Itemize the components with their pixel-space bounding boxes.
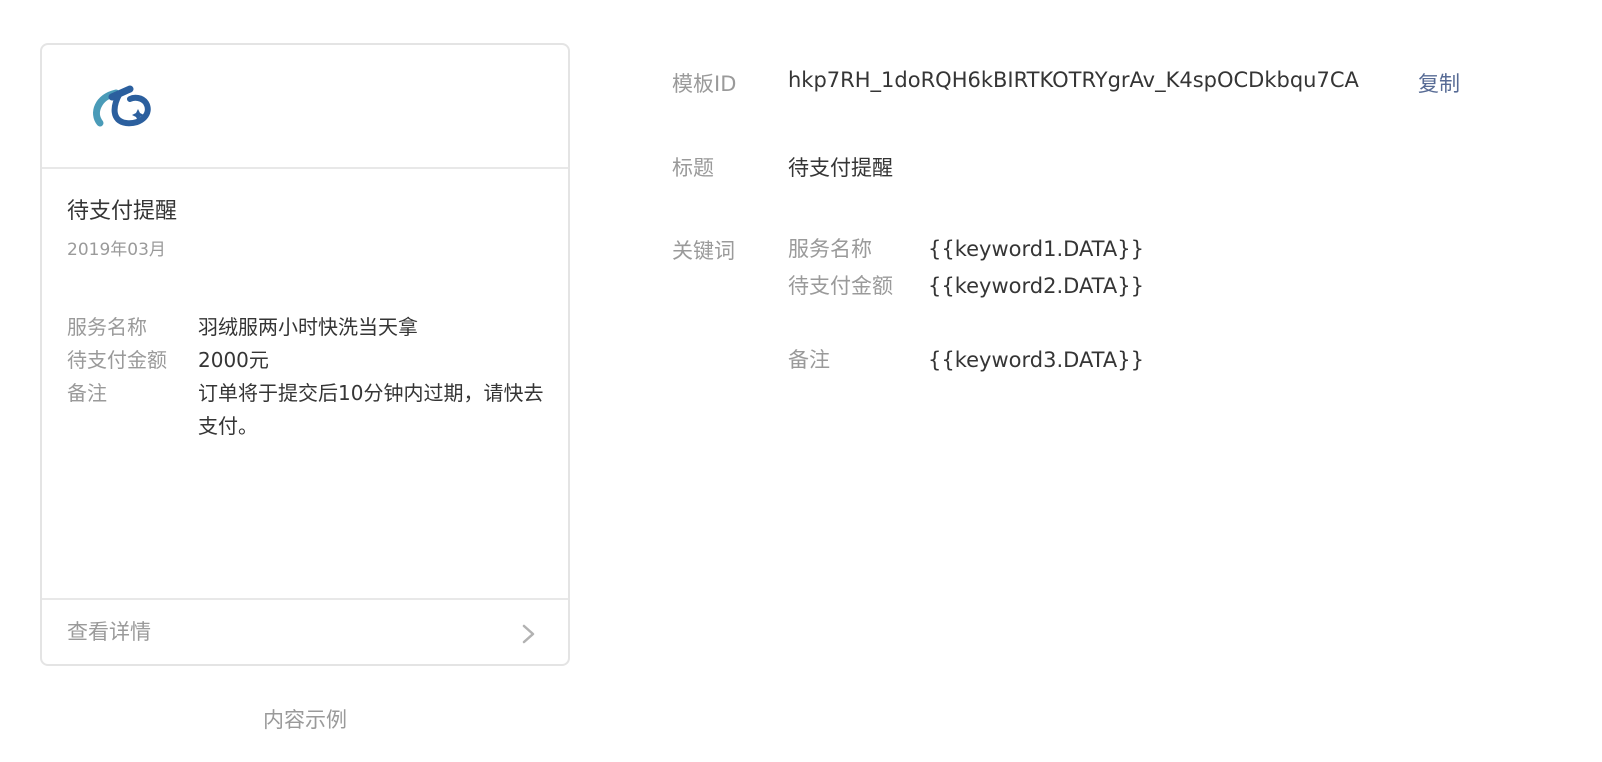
template-preview-card: 待支付提醒 2019年03月 服务名称 羽绒服两小时快洗当天拿 待支付金额 20… [40,43,570,666]
title-value: 待支付提醒 [788,156,893,180]
brand-logo-icon [93,85,151,127]
title-label: 标题 [672,156,714,180]
keyword-value: {{keyword1.DATA}} [928,237,1144,261]
keyword-name: 服务名称 [788,237,872,261]
field-value: 订单将于提交后10分钟内过期，请快去支付。 [198,381,544,438]
card-field-row: 服务名称 羽绒服两小时快洗当天拿 [67,311,547,344]
view-details-link[interactable]: 查看详情 [42,598,568,664]
card-field-row: 待支付金额 2000元 [67,344,547,377]
field-value: 2000元 [198,348,269,372]
keyword-value: {{keyword2.DATA}} [928,274,1144,298]
card-field-row: 备注 订单将于提交后10分钟内过期，请快去支付。 [67,377,547,443]
card-title: 待支付提醒 [67,199,178,224]
keyword-name: 待支付金额 [788,274,893,298]
field-label: 待支付金额 [67,348,167,372]
chevron-right-icon [522,624,535,644]
field-label: 备注 [67,381,107,405]
copy-button[interactable]: 复制 [1418,68,1460,98]
keyword-name: 备注 [788,348,830,372]
card-date: 2019年03月 [67,240,166,260]
keywords-label: 关键词 [672,239,735,263]
card-header [42,45,568,169]
template-id-value: hkp7RH_1doRQH6kBIRTKOTRYgrAv_K4spOCDkbqu… [788,68,1359,92]
field-value: 羽绒服两小时快洗当天拿 [198,315,418,339]
card-fields: 服务名称 羽绒服两小时快洗当天拿 待支付金额 2000元 备注 订单将于提交后1… [67,311,547,443]
template-id-label: 模板ID [672,72,737,96]
view-details-label: 查看详情 [67,620,151,644]
example-caption: 内容示例 [263,708,347,732]
field-label: 服务名称 [67,315,147,339]
keyword-value: {{keyword3.DATA}} [928,348,1144,372]
